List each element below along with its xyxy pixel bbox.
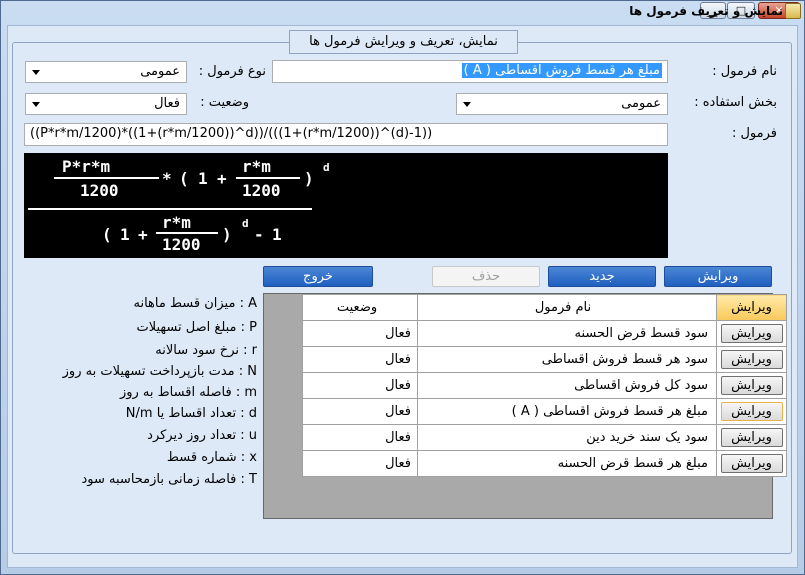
table-row[interactable]: ویرایش سود یک سند خرید دین فعال [302,424,787,451]
formula-times: * [162,169,172,188]
window-title: نمایش و تعریف فرمول ها [629,4,783,18]
row-status: فعال [302,346,418,373]
app-icon [785,3,801,19]
legend-item: A : میزان قسط ماهانه [133,296,257,311]
table-row[interactable]: ویرایش مبلغ هر قسط قرض الحسنه فعال [302,450,787,477]
formula-fraction-line [54,177,159,179]
row-name: مبلغ هر قسط قرض الحسنه [417,450,717,477]
usage-section-value: عمومی [621,96,661,111]
formula-den-minus: - [254,225,264,244]
formula-preview: P*r*m 1200 * ( 1 + r*m 1200 ) d ( 1 + r*… [24,153,668,258]
usage-section-label: بخش استفاده : [694,95,777,110]
row-status: فعال [302,450,418,477]
formula-open-paren: ( [179,169,189,188]
group-title: نمایش، تعریف و ویرایش فرمول ها [289,30,518,54]
row-edit-button[interactable]: ویرایش [720,402,783,421]
formula-name-input[interactable]: مبلغ هر قسط فروش اقساطی ( A ) [272,60,668,83]
title-bar: ✕ □ ▁ نمایش و تعریف فرمول ها [0,0,805,24]
formula-type-value: عمومی [140,64,180,79]
row-name: سود کل فروش اقساطی [417,372,717,399]
formula-type-label: نوع فرمول : [198,64,266,79]
exit-button[interactable]: خروج [263,266,373,287]
chevron-down-icon [32,102,40,107]
row-status: فعال [302,398,418,425]
table-header-row: ویرایش نام فرمول وضعیت [302,294,787,321]
legend-item: m : فاصله اقساط به روز [119,385,257,400]
formulas-table: ویرایش نام فرمول وضعیت ویرایش سود قسط قر… [302,294,787,477]
formula-den-one-b: 1 [272,225,282,244]
legend-item: u : تعداد روز دیرکرد [147,428,257,443]
new-button[interactable]: جدید [548,266,656,287]
header-name[interactable]: نام فرمول [417,294,717,321]
row-name: سود قسط قرض الحسنه [417,320,717,347]
formula-den-one: 1 [120,225,130,244]
formula-den-rm-den: 1200 [162,235,201,254]
status-value: فعال [154,96,180,111]
formula-main-line [28,208,312,210]
row-status: فعال [302,372,418,399]
formula-numerator-top: P*r*m [62,157,111,176]
header-status[interactable]: وضعیت [302,294,418,321]
legend-item: d : تعداد اقساط یا N/m [125,406,257,421]
formula-close-paren: ) [304,169,314,188]
formula-value: ((P*r*m/1200)*((1+(r*m/1200))^d))/(((1+(… [30,126,433,141]
formula-one: 1 [198,169,208,188]
row-edit-button[interactable]: ویرایش [720,376,783,395]
table-row[interactable]: ویرایش مبلغ هر قسط فروش اقساطی ( A ) فعا… [302,398,787,425]
formula-rm-den: 1200 [242,181,281,200]
row-status: فعال [302,424,418,451]
row-status: فعال [302,320,418,347]
delete-button[interactable]: حذف [432,266,540,287]
legend-item: N : مدت بازپرداخت تسهیلات به روز [62,364,257,379]
row-edit-button[interactable]: ویرایش [720,324,783,343]
status-label: وضعیت : [200,95,249,110]
formula-rm-line [236,177,300,179]
row-name: مبلغ هر قسط فروش اقساطی ( A ) [417,398,717,425]
formula-den-exp: d [242,217,249,230]
formula-den-rm-line [156,232,218,234]
legend-item: r : نرخ سود سالانه [155,343,257,358]
chevron-down-icon [32,70,40,75]
formula-den-rm-top: r*m [162,213,191,232]
formula-label: فرمول : [731,126,777,141]
status-select[interactable]: فعال [25,93,187,115]
row-edit-button[interactable]: ویرایش [720,428,783,447]
formula-name-label: نام فرمول : [712,64,777,79]
table-row[interactable]: ویرایش سود کل فروش اقساطی فعال [302,372,787,399]
row-edit-button[interactable]: ویرایش [720,454,783,473]
table-row[interactable]: ویرایش سود قسط قرض الحسنه فعال [302,320,787,347]
usage-section-select[interactable]: عمومی [456,93,668,115]
formula-input[interactable]: ((P*r*m/1200)*((1+(r*m/1200))^d))/(((1+(… [24,123,668,146]
legend-item: P : مبلغ اصل تسهیلات [136,320,257,335]
edit-button[interactable]: ویرایش [664,266,772,287]
row-edit-button[interactable]: ویرایش [720,350,783,369]
formula-den-open: ( [102,225,112,244]
table-row[interactable]: ویرایش سود هر قسط فروش اقساطی فعال [302,346,787,373]
row-name: سود یک سند خرید دین [417,424,717,451]
legend-item: x : شماره قسط [166,450,257,465]
formula-plus: + [217,169,227,188]
legend-item: T : فاصله زمانی بازمحاسبه سود [81,472,258,487]
row-name: سود هر قسط فروش اقساطی [417,346,717,373]
formula-den-close: ) [222,225,232,244]
formula-exp-d: d [323,161,330,174]
formula-type-select[interactable]: عمومی [25,61,187,83]
formula-rm-top: r*m [242,157,271,176]
chevron-down-icon [463,102,471,107]
formula-den-plus: + [138,225,148,244]
header-edit[interactable]: ویرایش [716,294,787,321]
formula-name-value: مبلغ هر قسط فروش اقساطی ( A ) [461,63,662,78]
formula-numerator-denominator: 1200 [80,181,119,200]
